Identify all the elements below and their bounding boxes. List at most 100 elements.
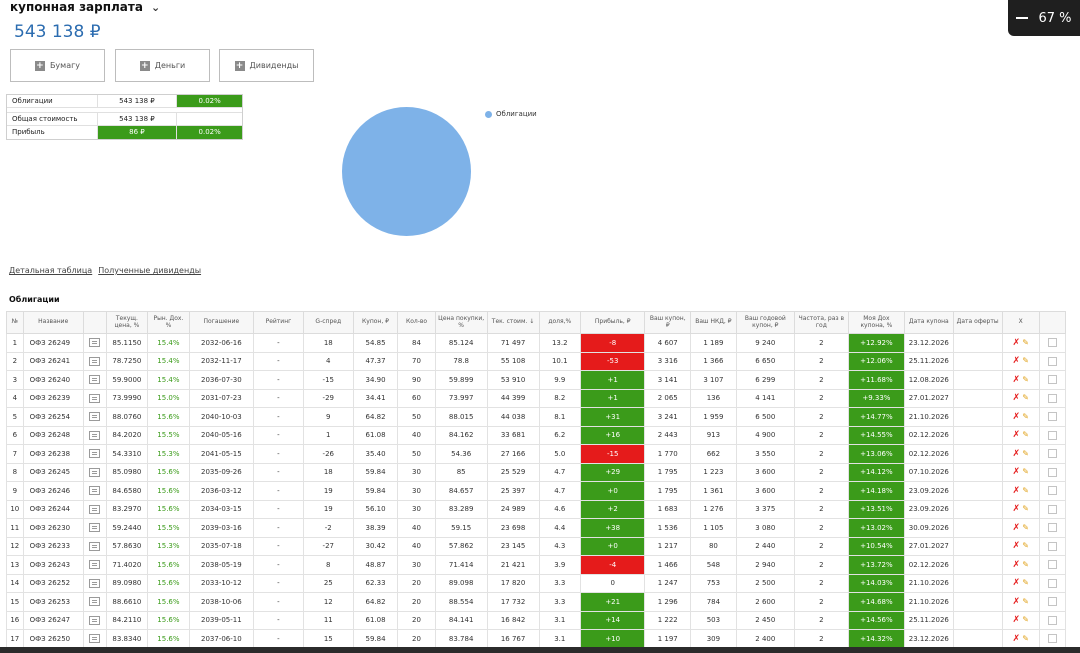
delete-icon[interactable]: ✗	[1012, 393, 1020, 403]
row-select[interactable]	[1038, 481, 1067, 501]
column-header[interactable]	[1038, 311, 1067, 334]
details-cell[interactable]	[82, 333, 107, 353]
row-actions[interactable]: ✗ ✎	[1001, 536, 1040, 556]
bond-name[interactable]: ОФЗ 26248	[22, 425, 84, 445]
row-actions[interactable]: ✗ ✎	[1001, 351, 1040, 371]
details-cell[interactable]	[82, 444, 107, 464]
chevron-down-icon[interactable]: ⌄	[151, 1, 160, 14]
table-row[interactable]: 12 ОФЗ 26233 57.8630 15.3% 2035-07-18- -27 30.…	[6, 536, 1067, 556]
row-select[interactable]	[1038, 370, 1067, 390]
column-header[interactable]: Ваш купон, ₽	[644, 311, 692, 334]
zoom-minus-icon[interactable]	[1016, 17, 1029, 19]
column-header[interactable]: Моя Дох купона, %	[847, 311, 905, 334]
edit-icon[interactable]: ✎	[1022, 338, 1029, 347]
document-icon[interactable]	[89, 467, 101, 477]
edit-icon[interactable]: ✎	[1022, 541, 1029, 550]
document-icon[interactable]	[89, 449, 101, 459]
bond-name[interactable]: ОФЗ 26245	[22, 462, 84, 482]
row-actions[interactable]: ✗ ✎	[1001, 629, 1040, 649]
row-select[interactable]	[1038, 555, 1067, 575]
delete-icon[interactable]: ✗	[1012, 430, 1020, 440]
column-header[interactable]: Дата оферты	[952, 311, 1003, 334]
row-checkbox[interactable]	[1047, 486, 1057, 496]
row-actions[interactable]: ✗ ✎	[1001, 444, 1040, 464]
delete-icon[interactable]: ✗	[1012, 356, 1020, 366]
details-cell[interactable]	[82, 351, 107, 371]
row-checkbox[interactable]	[1047, 578, 1057, 588]
delete-icon[interactable]: ✗	[1012, 560, 1020, 570]
row-checkbox[interactable]	[1047, 560, 1057, 570]
table-row[interactable]: 10 ОФЗ 26244 83.2970 15.6% 2034-03-15-19 56.1…	[6, 499, 1067, 519]
edit-icon[interactable]: ✎	[1022, 523, 1029, 532]
column-header[interactable]: Купон, ₽	[352, 311, 399, 334]
row-checkbox[interactable]	[1047, 449, 1057, 459]
column-header[interactable]: Рын. Дох. %	[147, 311, 190, 334]
column-header[interactable]: Ваш годовой купон, ₽	[735, 311, 795, 334]
edit-icon[interactable]: ✎	[1022, 375, 1029, 384]
edit-icon[interactable]: ✎	[1022, 578, 1029, 587]
table-row[interactable]: 14 ОФЗ 26252 89.0980 15.6% 2033-10-12-25 62.3…	[6, 573, 1067, 593]
details-cell[interactable]	[82, 388, 107, 408]
document-icon[interactable]	[89, 393, 101, 403]
row-checkbox[interactable]	[1047, 541, 1057, 551]
document-icon[interactable]	[89, 412, 101, 422]
row-select[interactable]	[1038, 333, 1067, 353]
edit-icon[interactable]: ✎	[1022, 504, 1029, 513]
document-icon[interactable]	[89, 523, 101, 533]
edit-icon[interactable]: ✎	[1022, 430, 1029, 439]
table-row[interactable]: 4 ОФЗ 26239 73.9990 15.0% 2031-07-23- -29 34.4…	[6, 388, 1067, 408]
column-header[interactable]: Частота, раз в год	[793, 311, 849, 334]
edit-icon[interactable]: ✎	[1022, 393, 1029, 402]
delete-icon[interactable]: ✗	[1012, 578, 1020, 588]
row-checkbox[interactable]	[1047, 504, 1057, 514]
row-checkbox[interactable]	[1047, 523, 1057, 533]
details-cell[interactable]	[82, 592, 107, 612]
document-icon[interactable]	[89, 430, 101, 440]
details-cell[interactable]	[82, 518, 107, 538]
edit-icon[interactable]: ✎	[1022, 486, 1029, 495]
edit-icon[interactable]: ✎	[1022, 597, 1029, 606]
details-cell[interactable]	[82, 610, 107, 630]
row-checkbox[interactable]	[1047, 412, 1057, 422]
delete-icon[interactable]: ✗	[1012, 634, 1020, 644]
column-header[interactable]: №	[6, 311, 24, 334]
document-icon[interactable]	[89, 541, 101, 551]
details-cell[interactable]	[82, 573, 107, 593]
bond-name[interactable]: ОФЗ 26254	[22, 407, 84, 427]
row-select[interactable]	[1038, 610, 1067, 630]
document-icon[interactable]	[89, 486, 101, 496]
delete-icon[interactable]: ✗	[1012, 338, 1020, 348]
delete-icon[interactable]: ✗	[1012, 597, 1020, 607]
row-select[interactable]	[1038, 629, 1067, 649]
details-cell[interactable]	[82, 407, 107, 427]
bond-name[interactable]: ОФЗ 26249	[22, 333, 84, 353]
row-actions[interactable]: ✗ ✎	[1001, 462, 1040, 482]
table-row[interactable]: 1 ОФЗ 26249 85.1150 15.4% 2032-06-16-18 54.85…	[6, 333, 1067, 353]
column-header[interactable]: Рейтинг	[253, 311, 304, 334]
bond-name[interactable]: ОФЗ 26247	[22, 610, 84, 630]
document-icon[interactable]	[89, 597, 101, 607]
column-header[interactable]: Дата купона	[903, 311, 954, 334]
row-checkbox[interactable]	[1047, 634, 1057, 644]
column-header[interactable]: X	[1001, 311, 1040, 334]
table-row[interactable]: 8 ОФЗ 26245 85.0980 15.6% 2035-09-26-18 59.84…	[6, 462, 1067, 482]
row-checkbox[interactable]	[1047, 393, 1057, 403]
bond-name[interactable]: ОФЗ 26241	[22, 351, 84, 371]
details-cell[interactable]	[82, 481, 107, 501]
column-header[interactable]: Прибыль, ₽	[580, 311, 646, 334]
table-row[interactable]: 13 ОФЗ 26243 71.4020 15.6% 2038-05-19-8 48.87…	[6, 555, 1067, 575]
row-checkbox[interactable]	[1047, 375, 1057, 385]
row-actions[interactable]: ✗ ✎	[1001, 388, 1040, 408]
row-checkbox[interactable]	[1047, 597, 1057, 607]
details-cell[interactable]	[82, 462, 107, 482]
row-select[interactable]	[1038, 351, 1067, 371]
details-cell[interactable]	[82, 629, 107, 649]
edit-icon[interactable]: ✎	[1022, 412, 1029, 421]
bond-name[interactable]: ОФЗ 26253	[22, 592, 84, 612]
delete-icon[interactable]: ✗	[1012, 523, 1020, 533]
row-select[interactable]	[1038, 444, 1067, 464]
row-select[interactable]	[1038, 425, 1067, 445]
bond-name[interactable]: ОФЗ 26238	[22, 444, 84, 464]
table-row[interactable]: 3 ОФЗ 26240 59.9000 15.4% 2036-07-30- -15 34.9…	[6, 370, 1067, 390]
pie-legend[interactable]: Облигации	[485, 110, 537, 118]
